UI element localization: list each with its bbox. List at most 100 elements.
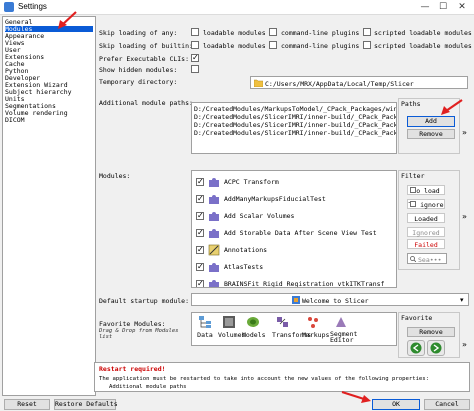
close-button[interactable]: ✕	[455, 1, 469, 13]
favorite-transforms[interactable]: Transforms	[272, 315, 311, 339]
paths-label: Additional module paths:	[99, 99, 193, 107]
favorite-group-title: Favorite	[401, 314, 433, 322]
module-name: ACPC Transform	[224, 178, 279, 186]
maximize-button[interactable]: ☐	[436, 1, 450, 13]
search-icon	[410, 256, 416, 262]
filter-failed-button[interactable]: Failed	[407, 239, 445, 249]
list-item[interactable]: AddManyMarkupsFiducialTest	[194, 190, 384, 208]
restart-message: The application must be restarted to tak…	[99, 376, 430, 382]
filter-more-button[interactable]: »	[462, 212, 467, 221]
path-item[interactable]: D:/CreatedModules/SlicerIMRI/inner-build…	[194, 121, 396, 129]
skip-builtin-cli-checkbox[interactable]	[269, 41, 277, 49]
settings-app-icon	[4, 2, 14, 12]
module-checkbox[interactable]	[196, 177, 204, 186]
remove-favorite-button[interactable]: Remove	[407, 327, 455, 337]
filter-checkbox[interactable]	[410, 187, 416, 193]
modules-list[interactable]: ACPC Transform AddManyMarkupsFiducialTes…	[191, 170, 397, 288]
list-item[interactable]: ACPC Transform	[194, 173, 384, 191]
prefer-cli-label: Prefer Executable CLIs:	[99, 55, 190, 63]
skip-builtin-scripted-checkbox[interactable]	[363, 41, 371, 49]
path-item[interactable]: D:/CreatedModules/MarkupsToModel/_CPack_…	[194, 105, 396, 113]
skip-any-scripted-checkbox[interactable]	[363, 28, 371, 36]
module-checkbox[interactable]	[196, 211, 204, 220]
filter-loaded-button[interactable]: Loaded	[407, 213, 445, 223]
restart-title: Restart required!	[99, 365, 166, 373]
settings-category-list[interactable]: General Modules Appearance Views User Ex…	[2, 16, 96, 396]
slicer-logo-icon	[292, 296, 300, 304]
puzzle-piece-icon	[209, 263, 219, 272]
filter-to-ignore-button[interactable]: To ignore	[407, 199, 445, 209]
puzzle-piece-icon	[209, 229, 219, 238]
skip-any-loadable-checkbox[interactable]	[191, 28, 199, 36]
paths-more-button[interactable]: »	[462, 128, 467, 137]
restart-item: Additional module paths	[109, 384, 187, 390]
module-name: AtlasTests	[224, 263, 264, 271]
filter-to-load-button[interactable]: To load	[407, 185, 445, 195]
temp-dir-value: C:/Users/MRX/AppData/Local/Temp/Slicer	[265, 80, 414, 88]
filter-label: To load	[412, 187, 440, 195]
favorite-group: Favorite Remove	[398, 312, 460, 358]
cancel-button[interactable]: Cancel	[424, 399, 470, 410]
puzzle-piece-icon	[209, 212, 219, 221]
move-right-button[interactable]	[427, 340, 445, 356]
path-item[interactable]: D:/CreatedModules/SlicerIMRI/inner-build…	[194, 113, 396, 121]
transforms-icon	[277, 317, 288, 327]
module-checkbox[interactable]	[196, 228, 204, 237]
chevron-down-icon: ▾	[460, 296, 464, 304]
skip-any-scripted-label: scripted loadable modules	[374, 29, 472, 37]
module-paths-list[interactable]: D:/CreatedModules/MarkupsToModel/_CPack_…	[191, 102, 397, 154]
module-name: Annotations	[224, 246, 268, 254]
annotation-arrow-icon	[58, 11, 77, 29]
favorites-toolbar[interactable]: Data Volumes Models Transforms Markups S…	[191, 312, 397, 346]
minimize-button[interactable]: —	[418, 1, 432, 13]
module-name: AddManyMarkupsFiducialTest	[224, 195, 326, 203]
temp-dir-field[interactable]: C:/Users/MRX/AppData/Local/Temp/Slicer	[250, 76, 468, 89]
module-checkbox[interactable]	[196, 194, 204, 203]
arrow-right-icon	[430, 342, 442, 354]
skip-builtin-cli-label: command-line plugins	[281, 42, 360, 50]
temp-dir-label: Temporary directory:	[99, 78, 178, 86]
list-item[interactable]: Add Storable Data After Scene View Test	[194, 224, 384, 242]
startup-module-dropdown[interactable]: Welcome to Slicer ▾	[191, 293, 469, 306]
favorites-label: Favorite Modules:	[99, 320, 166, 328]
list-item[interactable]: BRAINSFit Rigid Registration vtkITKTrans…	[194, 275, 384, 287]
module-checkbox[interactable]	[196, 262, 204, 271]
puzzle-piece-icon	[209, 195, 219, 204]
skip-any-cli-checkbox[interactable]	[269, 28, 277, 36]
favorite-models[interactable]: Models	[242, 315, 265, 339]
puzzle-piece-icon	[209, 280, 219, 287]
show-hidden-checkbox[interactable]	[191, 65, 199, 73]
favorite-segment-editor[interactable]: Segment Editor	[330, 315, 357, 343]
move-left-button[interactable]	[407, 340, 425, 356]
favorite-data[interactable]: Data	[194, 315, 216, 339]
markups-icon	[308, 317, 318, 328]
favorite-markups[interactable]: Markups	[302, 315, 329, 339]
filter-group: Filter To load To ignore Loaded Ignored …	[398, 170, 460, 270]
skip-builtin-loadable-label: loadable modules	[203, 42, 266, 50]
segment-editor-icon	[336, 317, 346, 327]
favorites-more-button[interactable]: »	[462, 340, 467, 349]
list-item[interactable]: Annotations	[194, 241, 384, 259]
favorites-hint: Drag & Drop from Modules list	[99, 328, 179, 340]
path-item[interactable]: D:/CreatedModules/SlicerIMRI/inner-build…	[194, 129, 396, 137]
filter-checkbox[interactable]	[410, 201, 416, 207]
restore-defaults-button[interactable]: Restore Defaults	[54, 399, 118, 410]
search-placeholder: Sea•••	[418, 256, 442, 264]
remove-path-button[interactable]: Remove	[407, 129, 455, 139]
add-path-button[interactable]: Add	[407, 116, 455, 127]
filter-ignored-button[interactable]: Ignored	[407, 227, 445, 237]
skip-builtin-loadable-checkbox[interactable]	[191, 41, 199, 49]
module-name: Add Storable Data After Scene View Test	[224, 229, 377, 237]
reset-button[interactable]: Reset	[4, 399, 50, 410]
module-search-field[interactable]: Sea•••	[407, 253, 447, 264]
list-item[interactable]: Add Scalar Volumes	[194, 207, 384, 225]
prefer-cli-checkbox[interactable]	[191, 53, 199, 62]
data-tree-icon	[199, 316, 211, 328]
restart-notice: Restart required! The application must b…	[94, 362, 470, 392]
ok-button[interactable]: OK	[372, 399, 420, 410]
nav-item-dicom[interactable]: DICOM	[5, 117, 93, 124]
module-checkbox[interactable]	[196, 279, 204, 287]
favorite-volumes[interactable]: Volumes	[218, 315, 245, 339]
list-item[interactable]: AtlasTests	[194, 258, 384, 276]
module-checkbox[interactable]	[196, 245, 204, 254]
